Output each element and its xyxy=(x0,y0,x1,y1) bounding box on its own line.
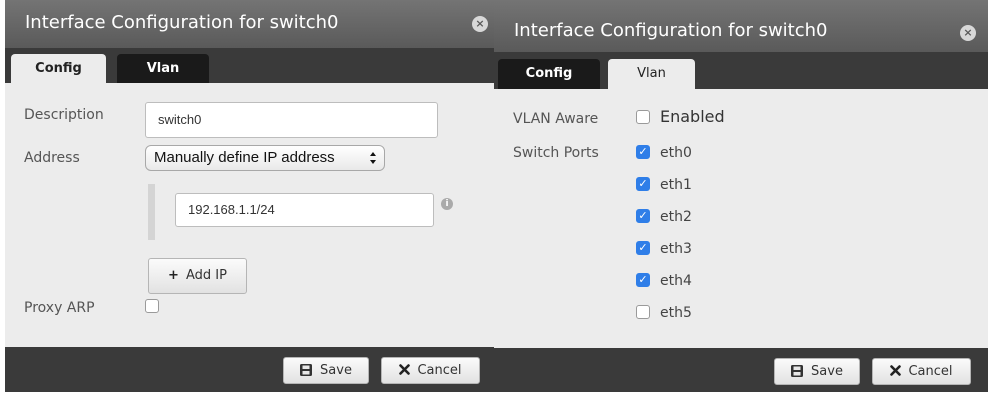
port-eth5-label: eth5 xyxy=(660,305,692,321)
dialog-titlebar: Interface Configuration for switch0 × xyxy=(494,0,988,52)
dialog-title: Interface Configuration for switch0 xyxy=(514,20,828,41)
cancel-button[interactable]: Cancel xyxy=(872,358,971,385)
save-button[interactable]: Save xyxy=(774,358,860,385)
tab-config[interactable]: Config xyxy=(498,59,600,89)
port-eth4-label: eth4 xyxy=(660,273,692,289)
plus-icon: + xyxy=(168,268,179,283)
tab-strip: Config Vlan xyxy=(5,48,497,83)
port-eth3-label: eth3 xyxy=(660,241,692,257)
save-button[interactable]: Save xyxy=(283,357,369,384)
save-label: Save xyxy=(811,364,843,379)
save-icon xyxy=(300,360,313,385)
dialog-footer: Save Cancel xyxy=(5,347,497,392)
port-eth4-checkbox[interactable]: ✓ xyxy=(636,273,650,287)
save-icon xyxy=(791,361,804,386)
switch-ports-label: Switch Ports xyxy=(513,145,599,161)
address-label: Address xyxy=(24,150,80,166)
ip-address-input[interactable]: 192.168.1.1/24 xyxy=(175,193,434,227)
cancel-button[interactable]: Cancel xyxy=(381,357,480,384)
cancel-label: Cancel xyxy=(417,363,462,378)
address-mode-value: Manually define IP address xyxy=(154,149,335,166)
description-label: Description xyxy=(24,107,104,123)
port-eth2-checkbox[interactable]: ✓ xyxy=(636,209,650,223)
select-arrows-icon xyxy=(369,146,377,180)
tab-vlan[interactable]: Vlan xyxy=(117,54,209,83)
vlan-aware-enabled-label: Enabled xyxy=(660,107,725,126)
vlan-aware-label: VLAN Aware xyxy=(513,111,599,127)
ip-group-indent xyxy=(148,184,155,240)
port-eth0-label: eth0 xyxy=(660,145,692,161)
address-mode-select[interactable]: Manually define IP address xyxy=(145,145,385,171)
tab-strip: Config Vlan xyxy=(494,52,988,89)
port-eth2-label: eth2 xyxy=(660,209,692,225)
dialog-titlebar: Interface Configuration for switch0 × xyxy=(5,0,497,48)
dialog-title: Interface Configuration for switch0 xyxy=(25,12,339,33)
tab-vlan[interactable]: Vlan xyxy=(608,59,695,89)
close-icon[interactable]: × xyxy=(472,16,488,32)
add-ip-button[interactable]: + Add IP xyxy=(148,258,247,294)
close-icon[interactable]: × xyxy=(960,25,976,41)
port-eth3-checkbox[interactable]: ✓ xyxy=(636,241,650,255)
close-x-icon xyxy=(399,359,411,384)
proxy-arp-checkbox[interactable] xyxy=(145,299,159,313)
port-eth1-checkbox[interactable]: ✓ xyxy=(636,177,650,191)
info-icon[interactable]: i xyxy=(441,198,453,210)
vlan-aware-checkbox[interactable] xyxy=(636,110,650,124)
proxy-arp-label: Proxy ARP xyxy=(24,300,95,316)
tab-config[interactable]: Config xyxy=(11,54,106,83)
close-x-icon xyxy=(890,360,902,385)
port-eth0-checkbox[interactable]: ✓ xyxy=(636,145,650,159)
save-label: Save xyxy=(320,363,352,378)
add-ip-label: Add IP xyxy=(185,268,227,283)
description-input[interactable]: switch0 xyxy=(145,102,438,138)
port-eth5-checkbox[interactable] xyxy=(636,305,650,319)
cancel-label: Cancel xyxy=(908,364,953,379)
interface-config-dialog-config: Interface Configuration for switch0 × Co… xyxy=(5,0,497,392)
port-eth1-label: eth1 xyxy=(660,177,692,193)
dialog-footer: Save Cancel xyxy=(494,348,988,392)
interface-config-dialog-vlan: Interface Configuration for switch0 × Co… xyxy=(494,0,988,392)
